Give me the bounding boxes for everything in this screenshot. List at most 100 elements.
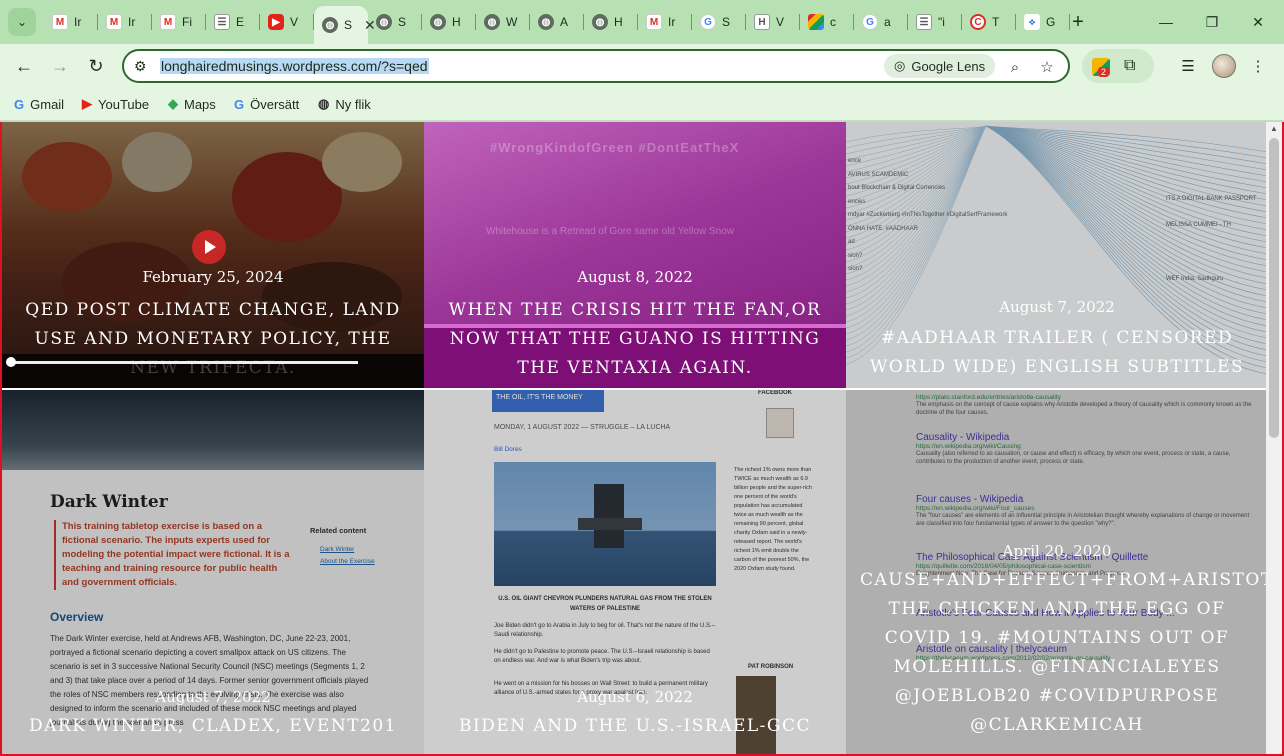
post-tile-4[interactable]: Dark Winter This training tabletop exerc… [2,390,424,754]
tab-10[interactable]: ◍ H [584,8,638,36]
tab-15[interactable]: Ga [854,8,908,36]
new-tab-button[interactable]: + [1066,8,1090,36]
tab-8[interactable]: ◍ W [476,8,530,36]
tab-1[interactable]: M Ir [98,8,152,36]
tab-label: S [722,15,731,29]
zoom-button[interactable]: ⌕ [1004,56,1026,78]
bookmark-1[interactable]: ▶ YouTube [82,94,149,114]
tab-label: S [344,18,353,32]
tab-2[interactable]: M Fi [152,8,206,36]
media-control-button[interactable]: ☰ [1176,54,1200,78]
reload-icon: ↻ [88,55,104,76]
lens-icon: ◎ [894,58,906,73]
tab-search-button[interactable]: ⌄ [8,8,36,36]
thumbnail-hashtag: #WrongKindofGreen #DontEatTheX [490,140,740,155]
bookmark-0[interactable]: G Gmail [14,94,64,114]
tab-12[interactable]: GS [692,8,746,36]
tab-label: Fi [182,15,192,29]
minimize-button[interactable]: — [1146,8,1186,36]
address-bar[interactable]: ⚙ longhairedmusings.wordpress.com/?s=qed… [122,49,1070,83]
close-window-button[interactable]: ✕ [1238,8,1278,36]
post-date: August 7, 2022 [999,298,1115,316]
tab-16[interactable]: ☰ "i [908,8,962,36]
tab-label: H [452,15,461,29]
hfow-icon: H [754,14,770,30]
play-icon[interactable] [192,230,226,264]
post-date: August 6, 2022 [577,688,693,706]
bookmark-label: YouTube [98,96,150,112]
post-date: August 7, 2022 [155,688,271,706]
post-tile-5[interactable]: THE OIL, IT'S THE MONEY FACEBOOK MONDAY,… [424,390,846,754]
video-progress-track[interactable] [8,361,358,364]
google-lens-label: Google Lens [911,58,986,74]
tab-label: Ir [128,15,136,29]
tab-11[interactable]: M Ir [638,8,692,36]
tab-9[interactable]: ◍ A [530,8,584,36]
google-icon: G [700,14,716,30]
post-title[interactable]: BIDEN AND THE U.S.-ISRAEL-GCC [424,712,846,741]
tab-strip: ⌄ M Ir M Ir M Fi ☰ E ▶ V ◍ S ✕ ◍ S ◍ H ◍ W ◍ A ◍ H M Ir G S H Vc Ga ☰ "… [0,0,1284,44]
tab-14[interactable]: c [800,8,854,36]
tab-label: c [830,15,836,29]
scrollbar-thumb[interactable] [1269,138,1279,438]
tab-3[interactable]: ☰ E [206,8,260,36]
tab-label: "i [938,15,945,29]
video-controls[interactable] [2,354,424,388]
thumbnail-overlay-text: Whitehouse is a Retread of Gore same old… [486,226,734,237]
reload-button[interactable]: ↻ [82,52,110,80]
page-scrollbar[interactable]: ▲ [1266,122,1282,754]
scroll-up-icon[interactable]: ▲ [1270,124,1278,133]
tab-label: W [506,15,518,29]
tab-label: E [236,15,245,29]
profile-avatar[interactable] [1212,54,1236,78]
google-lens-button[interactable]: ◎ Google Lens [884,54,996,78]
post-title[interactable]: CAUSE+AND+EFFECT+FROM+ARISTOTLE+TO+SCIEN… [846,566,1268,740]
address-text[interactable]: longhairedmusings.wordpress.com/?s=qed [160,58,429,74]
tab-label: H [614,15,623,29]
tab-0[interactable]: M Ir [44,8,98,36]
tab-13[interactable]: HV [746,8,800,36]
bookmark-star-button[interactable]: ☆ [1036,56,1058,78]
globe-icon: ◍ [484,14,500,30]
tab-17[interactable]: CT [962,8,1016,36]
bookmark-label: Översätt [250,96,300,112]
post-title[interactable]: WHEN THE CRISIS HIT THE FAN,OR NOW THAT … [424,296,846,383]
post-date: February 25, 2024 [142,268,284,286]
extensions-group: 2 ⧉ [1082,49,1154,83]
tab-18[interactable]: ⟡ G [1016,8,1070,36]
tab-4[interactable]: ▶ V [260,8,314,36]
back-button[interactable]: ← [10,52,38,80]
post-title[interactable]: #AADHAAR TRAILER ( CENSORED WORLD WIDE) … [846,324,1268,382]
bookmark-label: Gmail [30,96,65,112]
forward-button[interactable]: → [46,52,74,80]
toolbar: ← → ↻ ⚙ longhairedmusings.wordpress.com/… [0,44,1284,88]
post-tile-2[interactable]: #WrongKindofGreen #DontEatTheX Whitehous… [424,122,846,388]
bookmark-2[interactable]: ◆ Maps [168,94,216,114]
bookmark-4[interactable]: ◍ Ny flik [318,94,371,114]
post-tile-3[interactable]: ence AVIRUS SCAMDEMIC bout Blockchain & Di… [846,122,1268,388]
tab-7[interactable]: ◍ H [422,8,476,36]
tab-6[interactable]: ◍ S [368,8,422,36]
chevron-down-icon: ⌄ [16,15,28,29]
tab-label: V [776,15,785,29]
star-icon: ☆ [1040,59,1054,76]
restore-icon: ❐ [1205,13,1219,30]
bookmark-3[interactable]: G Översätt [234,94,299,114]
google-icon: G [862,14,878,30]
gmail-icon: M [160,14,176,30]
more-vert-icon: ⋮ [1250,58,1266,75]
tab-label: V [290,15,299,29]
site-info-icon[interactable]: ⚙ [134,58,147,75]
puzzle-icon[interactable]: ⧉ [1124,57,1135,75]
tab-label: S [398,15,407,29]
post-tile-1[interactable]: February 25, 2024 QED POST CLIMATE CHANG… [2,122,424,388]
menu-button[interactable]: ⋮ [1246,54,1270,78]
tab-5[interactable]: ◍ S ✕ [314,6,376,44]
post-tile-6[interactable]: https://plato.stanford.edu/entries/arist… [846,390,1268,754]
post-title[interactable]: DARK WINTER, CLADEX, EVENT201 [2,712,424,741]
page-viewport: February 25, 2024 QED POST CLIMATE CHANG… [0,122,1284,756]
maps-icon: ◆ [168,96,178,111]
restore-button[interactable]: ❐ [1192,8,1232,36]
video-scrubber[interactable] [6,357,16,367]
google-icon: G [14,96,25,112]
